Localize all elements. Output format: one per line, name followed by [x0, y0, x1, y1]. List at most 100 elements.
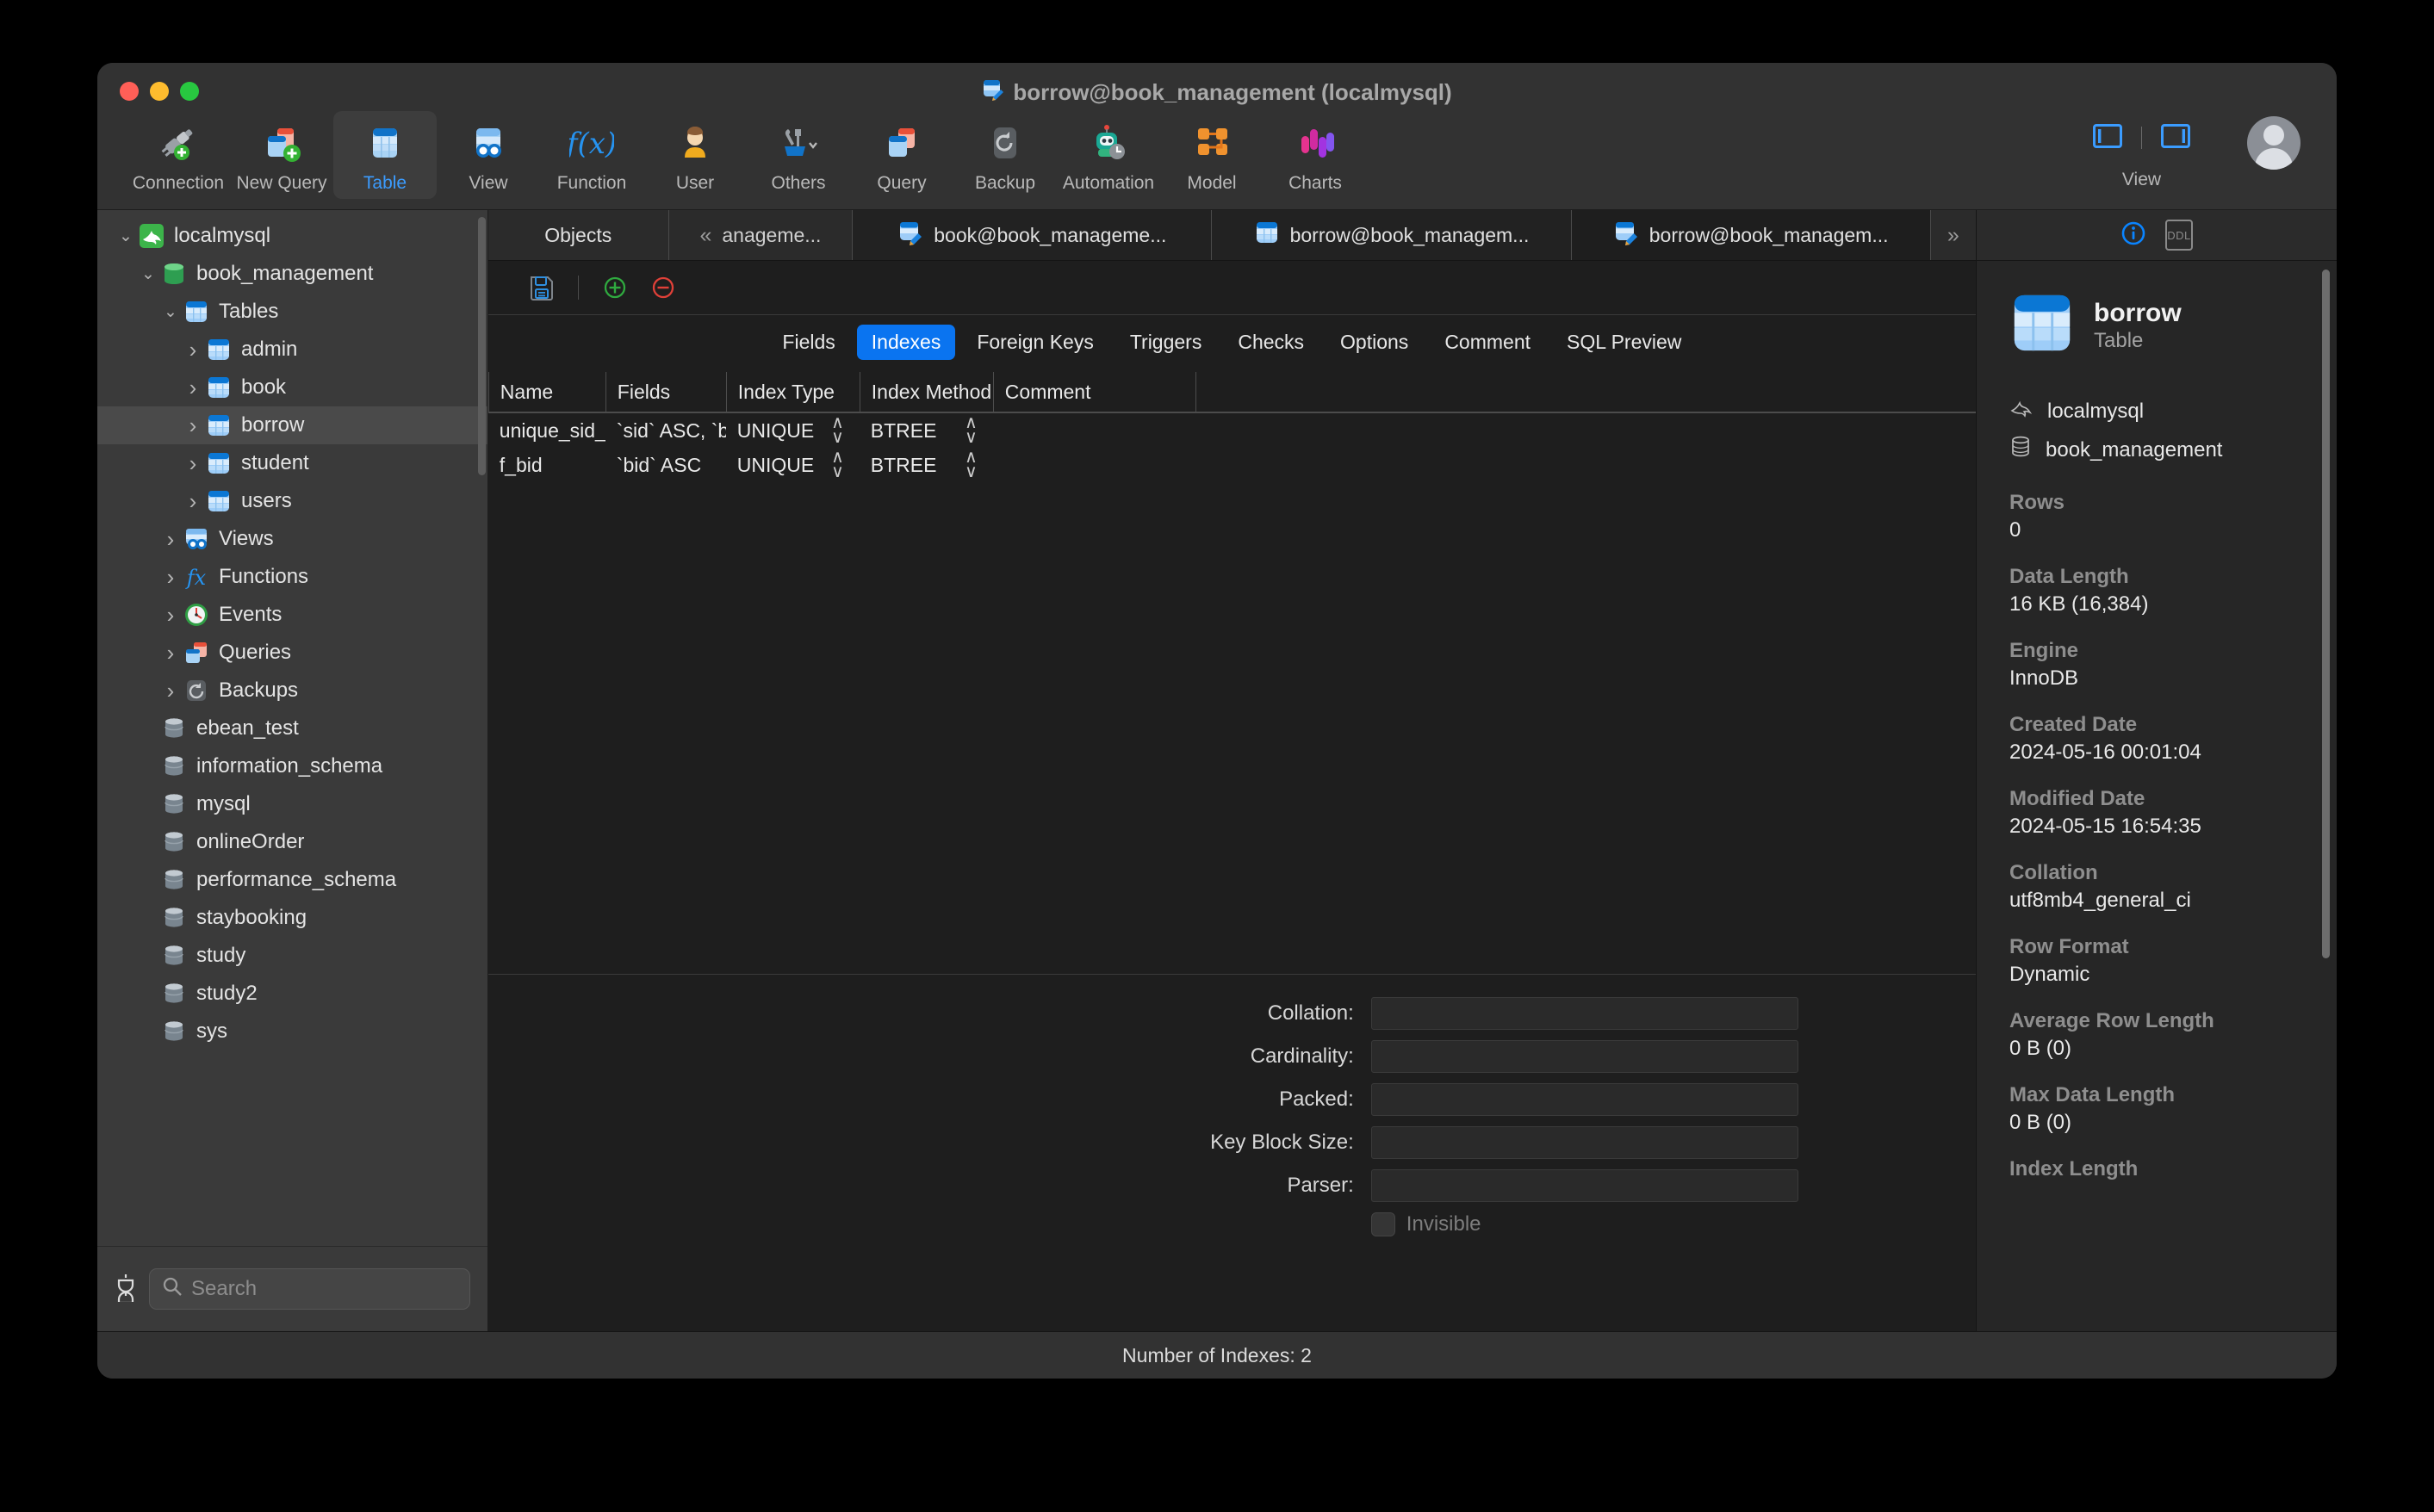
add-circle-icon[interactable]	[591, 268, 639, 307]
toolbar-item-table[interactable]: Table	[333, 111, 437, 199]
stepper-index_method-icon[interactable]: ∧∨	[965, 450, 978, 480]
cell-comment[interactable]	[993, 448, 1195, 482]
tab-editor-1[interactable]: «anageme...	[669, 210, 854, 260]
toolbar-item-function[interactable]: f(x) Function	[540, 111, 643, 199]
invisible-checkbox[interactable]	[1371, 1212, 1395, 1236]
cell-index_type[interactable]: UNIQUE∧∨	[726, 413, 860, 448]
column-header-comment[interactable]: Comment	[993, 372, 1195, 412]
inspector-scrollbar[interactable]	[2322, 270, 2330, 958]
cell-index_type[interactable]: UNIQUE∧∨	[726, 448, 860, 482]
subtab-indexes[interactable]: Indexes	[857, 325, 956, 360]
subtab-checks[interactable]: Checks	[1223, 325, 1319, 360]
cell-comment[interactable]	[993, 413, 1195, 448]
toolbar-item-model[interactable]: Model	[1160, 111, 1264, 199]
tree-item-views[interactable]: ›Views	[97, 520, 487, 558]
subtab-triggers[interactable]: Triggers	[1115, 325, 1217, 360]
subtab-foreign-keys[interactable]: Foreign Keys	[962, 325, 1108, 360]
table-row[interactable]: f_bid`bid` ASCUNIQUE∧∨BTREE∧∨	[488, 448, 1976, 482]
tree-item-admin[interactable]: ›admin	[97, 331, 487, 369]
sidebar-right-icon[interactable]	[2161, 124, 2190, 152]
tree-item-functions[interactable]: ›fxFunctions	[97, 558, 487, 596]
field-input-parser[interactable]	[1371, 1169, 1798, 1202]
tree-item-sys[interactable]: sys	[97, 1013, 487, 1050]
toolbar-item-others[interactable]: Others	[747, 111, 850, 199]
column-header-name[interactable]: Name	[488, 372, 605, 412]
column-header-blank[interactable]	[1195, 372, 1729, 412]
info-circle-icon[interactable]	[2120, 220, 2146, 251]
sidebar-scrollbar[interactable]	[478, 217, 486, 475]
column-header-index-method[interactable]: Index Method	[860, 372, 993, 412]
chevron-right-icon[interactable]: ›	[158, 526, 183, 553]
tree-item-book[interactable]: ›book	[97, 369, 487, 406]
chevron-right-icon[interactable]: ›	[180, 488, 206, 515]
field-input-key-block-size[interactable]	[1371, 1126, 1798, 1159]
tab-editor-4[interactable]: borrow@book_managem...	[1572, 210, 1931, 260]
chevron-double-right-icon[interactable]: »	[1931, 210, 1976, 260]
stepper-index_method-icon[interactable]: ∧∨	[965, 416, 978, 445]
tree-item-onlineorder[interactable]: onlineOrder	[97, 823, 487, 861]
chevron-right-icon[interactable]: ›	[158, 564, 183, 591]
toolbar-item-new-query[interactable]: New Query	[230, 111, 333, 199]
chevron-right-icon[interactable]: ›	[158, 602, 183, 629]
tree-item-events[interactable]: ›Events	[97, 596, 487, 634]
tree-item-book-management[interactable]: ⌄book_management	[97, 255, 487, 293]
tree-item-performance-schema[interactable]: performance_schema	[97, 861, 487, 899]
subtab-comment[interactable]: Comment	[1430, 325, 1545, 360]
stepper-index_type-icon[interactable]: ∧∨	[831, 450, 844, 480]
chevron-down-icon[interactable]: ⌄	[113, 226, 139, 246]
chevron-right-icon[interactable]: ›	[158, 678, 183, 704]
cell-index_method[interactable]: BTREE∧∨	[860, 413, 993, 448]
cell-fields[interactable]: `bid` ASC	[605, 448, 726, 482]
editor-subtabs[interactable]: FieldsIndexesForeign KeysTriggersChecksO…	[488, 314, 1976, 369]
tab-editor-2[interactable]: book@book_manageme...	[853, 210, 1212, 260]
chevron-right-icon[interactable]: ›	[180, 337, 206, 363]
chevron-down-icon[interactable]: ⌄	[158, 302, 183, 322]
remove-circle-icon[interactable]	[639, 268, 687, 307]
toolbar-item-view[interactable]: View	[437, 111, 540, 199]
field-input-packed[interactable]	[1371, 1083, 1798, 1116]
cell-index_method[interactable]: BTREE∧∨	[860, 448, 993, 482]
cell-name[interactable]: unique_sid_bid	[488, 413, 605, 448]
chevron-right-icon[interactable]: ›	[158, 640, 183, 666]
toolbar-item-user[interactable]: User	[643, 111, 747, 199]
plug-icon[interactable]	[115, 1273, 137, 1306]
toolbar-item-query[interactable]: Query	[850, 111, 953, 199]
tree-item-localmysql[interactable]: ⌄localmysql	[97, 217, 487, 255]
invisible-checkbox-row[interactable]: Invisible	[488, 1212, 1976, 1236]
stepper-index_type-icon[interactable]: ∧∨	[831, 416, 844, 445]
column-header-fields[interactable]: Fields	[605, 372, 726, 412]
chevron-down-icon[interactable]: ⌄	[135, 264, 161, 284]
column-header-index-type[interactable]: Index Type	[726, 372, 860, 412]
tab-objects[interactable]: Objects	[488, 210, 669, 260]
tree-item-study[interactable]: study	[97, 937, 487, 975]
tree-item-mysql[interactable]: mysql	[97, 785, 487, 823]
field-input-cardinality[interactable]	[1371, 1040, 1798, 1073]
toolbar-item-automation[interactable]: Automation	[1057, 111, 1160, 199]
tree-item-ebean-test[interactable]: ebean_test	[97, 710, 487, 747]
tab-bar[interactable]: Objects«anageme...book@book_manageme...b…	[488, 210, 1976, 261]
table-row[interactable]: unique_sid_bid`sid` ASC, `bi...UNIQUE∧∨B…	[488, 413, 1976, 448]
cell-fields[interactable]: `sid` ASC, `bi...	[605, 413, 726, 448]
tree-item-information-schema[interactable]: information_schema	[97, 747, 487, 785]
tree-item-borrow[interactable]: ›borrow	[97, 406, 487, 444]
subtab-fields[interactable]: Fields	[767, 325, 849, 360]
tree-item-tables[interactable]: ⌄Tables	[97, 293, 487, 331]
chevron-right-icon[interactable]: ›	[180, 412, 206, 439]
save-icon[interactable]	[518, 268, 566, 307]
grid-body[interactable]: unique_sid_bid`sid` ASC, `bi...UNIQUE∧∨B…	[488, 413, 1976, 974]
subtab-sql-preview[interactable]: SQL Preview	[1552, 325, 1696, 360]
sidebar-left-icon[interactable]	[2093, 124, 2122, 152]
chevron-right-icon[interactable]: ›	[180, 375, 206, 401]
search-input[interactable]: Search	[149, 1268, 470, 1310]
subtab-options[interactable]: Options	[1326, 325, 1423, 360]
tree-item-queries[interactable]: ›Queries	[97, 634, 487, 672]
ddl-icon[interactable]: DDL	[2165, 220, 2193, 251]
tree-item-staybooking[interactable]: staybooking	[97, 899, 487, 937]
tab-editor-3[interactable]: borrow@book_managem...	[1212, 210, 1571, 260]
object-tree[interactable]: ⌄localmysql⌄book_management⌄Tables›admin…	[97, 210, 487, 1246]
toolbar-item-backup[interactable]: Backup	[953, 111, 1057, 199]
tree-item-backups[interactable]: ›Backups	[97, 672, 487, 710]
tree-item-study2[interactable]: study2	[97, 975, 487, 1013]
tree-item-student[interactable]: ›student	[97, 444, 487, 482]
cell-name[interactable]: f_bid	[488, 448, 605, 482]
